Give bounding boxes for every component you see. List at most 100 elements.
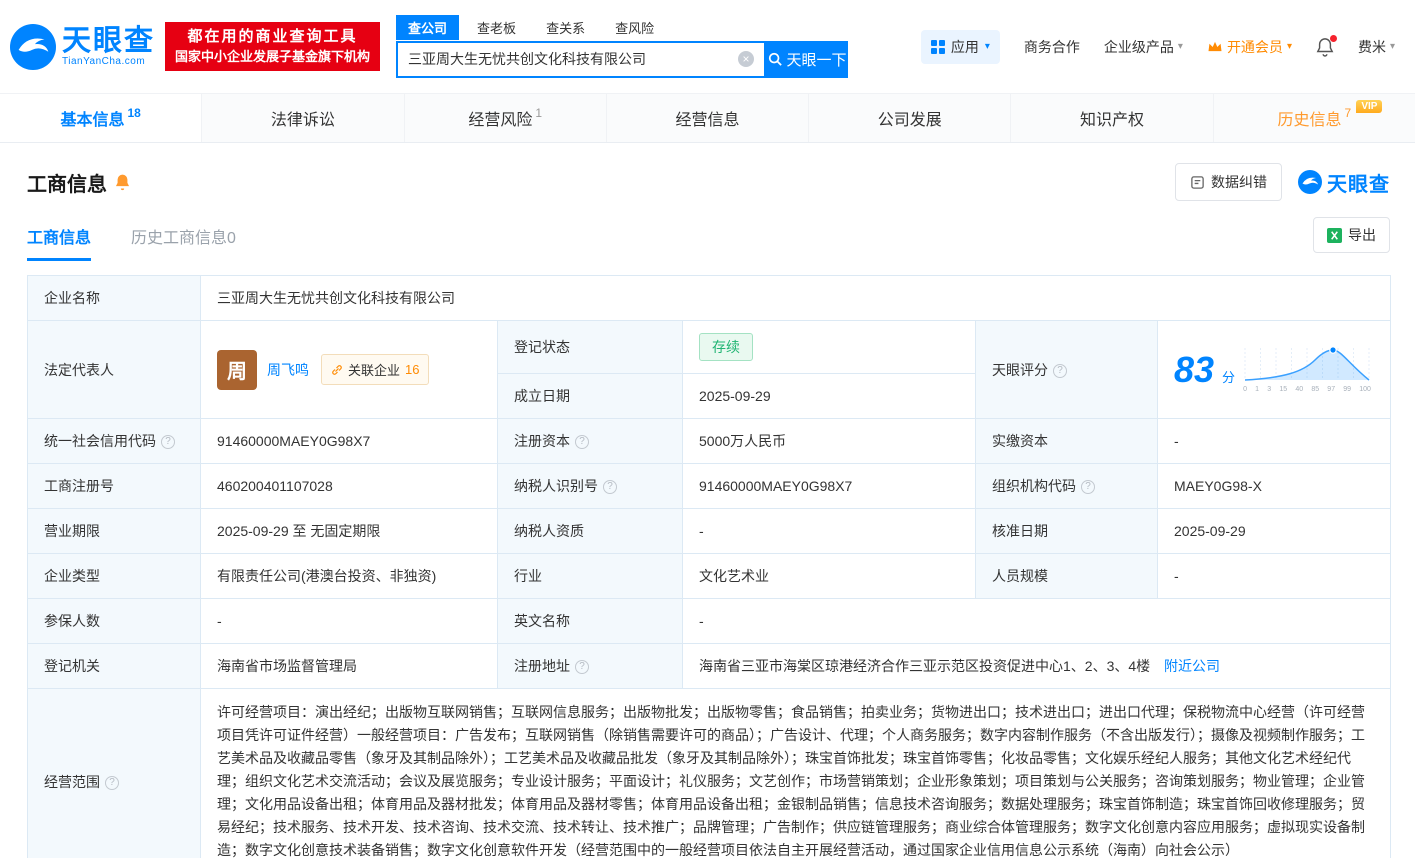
business-info-table: 企业名称 三亚周大生无忧共创文化科技有限公司 法定代表人 周 周飞鸣 关联企业 …	[27, 275, 1392, 858]
export-button[interactable]: 导出	[1313, 217, 1390, 253]
business-term-label: 营业期限	[27, 508, 201, 554]
company-name-value: 三亚周大生无忧共创文化科技有限公司	[199, 275, 1392, 321]
nearby-companies-link[interactable]: 附近公司	[1164, 658, 1220, 674]
help-icon[interactable]: ?	[1053, 363, 1067, 378]
subscribe-bell-icon[interactable]	[114, 173, 131, 191]
reg-capital-value: 5000万人民币	[682, 418, 976, 464]
enterprise-label: 企业级产品	[1103, 38, 1174, 55]
help-icon[interactable]: ?	[603, 480, 617, 495]
reg-number-label: 工商注册号	[27, 463, 201, 509]
link-chain-icon	[332, 364, 342, 375]
data-correction-button[interactable]: 数据纠错	[1175, 163, 1282, 201]
reg-capital-label: 注册资本?	[497, 418, 683, 464]
search-button-label: 天眼一下	[786, 51, 847, 69]
help-icon[interactable]: ?	[575, 660, 589, 675]
paid-capital-value: -	[1156, 418, 1392, 464]
legal-rep-avatar[interactable]: 周	[217, 349, 257, 390]
help-icon[interactable]: ?	[575, 435, 589, 450]
tianyancha-logo[interactable]: 天眼查 TianYanCha.com	[10, 23, 155, 70]
search-area: 查公司 查老板 查关系 查风险 × 天眼一下	[396, 15, 849, 78]
paid-capital-label: 实缴资本	[975, 418, 1158, 464]
tab-count: 7	[1344, 106, 1352, 120]
reg-address-label: 注册地址?	[497, 643, 683, 689]
help-icon[interactable]: ?	[161, 435, 175, 450]
table-row: 工商注册号 460200401107028 纳税人识别号? 91460000MA…	[27, 463, 1392, 509]
reg-address-value: 海南省三亚市海棠区琼港经济合作三亚示范区投资促进中心1、2、3、4楼	[699, 658, 1151, 674]
logo-domain: TianYanCha.com	[62, 56, 146, 67]
search-button[interactable]: 天眼一下	[766, 40, 849, 78]
tab-basic-info[interactable]: 基本信息 18	[0, 94, 203, 142]
document-edit-icon	[1191, 175, 1204, 189]
company-type-value: 有限责任公司(港澳台投资、非独资)	[200, 553, 498, 599]
company-name-label: 企业名称	[27, 275, 201, 321]
apps-menu[interactable]: 应用 ▾	[920, 29, 1000, 64]
insured-count-value: -	[200, 598, 498, 644]
user-menu[interactable]: 费米 ▾	[1358, 37, 1395, 57]
search-input[interactable]	[408, 51, 739, 67]
slogan-line1: 都在用的商业查询工具	[187, 28, 358, 45]
insured-count-label: 参保人数	[27, 598, 201, 644]
credit-code-value: 91460000MAEY0G98X7	[200, 418, 498, 464]
search-tab-company[interactable]: 查公司	[396, 15, 460, 40]
taxpayer-quality-value: -	[682, 508, 976, 554]
approval-date-label: 核准日期	[975, 508, 1158, 554]
establish-date-label: 成立日期	[497, 373, 683, 419]
search-tab-relation[interactable]: 查关系	[534, 15, 597, 40]
staff-size-value: -	[1156, 553, 1392, 599]
score-chart: 01 3 15 40 85 97 99 100	[1243, 346, 1371, 393]
notification-dot	[1329, 34, 1337, 42]
table-row: 法定代表人 周 周飞鸣 关联企业 16 登记状态 存续 天眼评分 ? 83 分 …	[27, 320, 1392, 419]
reg-status-cell: 存续	[682, 320, 976, 374]
clear-search-icon[interactable]: ×	[738, 51, 755, 67]
tab-legal-litigation[interactable]: 法律诉讼	[202, 94, 405, 142]
page-title: 工商信息	[27, 168, 131, 197]
slogan-line2: 国家中小企业发展子基金旗下机构	[175, 49, 371, 64]
score-value: 83	[1174, 348, 1215, 390]
tab-intellectual-property[interactable]: 知识产权	[1011, 94, 1214, 142]
credit-code-label: 统一社会信用代码?	[27, 418, 201, 464]
chevron-down-icon: ▾	[1177, 41, 1183, 52]
establish-date-value: 2025-09-29	[682, 373, 976, 419]
table-row: 企业类型 有限责任公司(港澳台投资、非独资) 行业 文化艺术业 人员规模 -	[27, 553, 1392, 599]
score-axis: 01 3 15 40 85 97 99 100	[1243, 386, 1371, 393]
taxpayer-id-value: 91460000MAEY0G98X7	[682, 463, 976, 509]
score-unit: 分	[1222, 370, 1236, 385]
search-tabs: 查公司 查老板 查关系 查风险	[396, 15, 848, 40]
business-scope-value: 许可经营项目：演出经纪；出版物互联网销售；互联网信息服务；出版物批发；出版物零售…	[199, 688, 1392, 858]
industry-value: 文化艺术业	[682, 553, 976, 599]
table-row: 登记机关 海南省市场监督管理局 注册地址? 海南省三亚市海棠区琼港经济合作三亚示…	[27, 643, 1392, 689]
tab-history-info[interactable]: 历史信息 7 VIP	[1214, 94, 1415, 142]
search-tab-boss[interactable]: 查老板	[465, 15, 528, 40]
vip-badge: VIP	[1356, 100, 1383, 113]
status-badge: 存续	[699, 333, 753, 361]
tab-company-development[interactable]: 公司发展	[809, 94, 1012, 142]
legal-rep-name-link[interactable]: 周飞鸣	[267, 360, 309, 380]
help-icon[interactable]: ?	[1081, 480, 1095, 495]
help-icon[interactable]: ?	[105, 775, 119, 790]
slogan-banner: 都在用的商业查询工具 国家中小企业发展子基金旗下机构	[165, 22, 381, 71]
org-code-value: MAEY0G98-X	[1156, 463, 1392, 509]
taxpayer-id-label: 纳税人识别号?	[497, 463, 683, 509]
approval-date-value: 2025-09-29	[1156, 508, 1392, 554]
search-tab-risk[interactable]: 查风险	[603, 15, 666, 40]
nav-cooperation[interactable]: 商务合作	[1024, 37, 1080, 57]
apps-label: 应用	[950, 38, 979, 55]
legal-rep-cell: 周 周飞鸣 关联企业 16	[200, 320, 498, 419]
subtab-history-business-info[interactable]: 历史工商信息0	[131, 224, 236, 261]
english-name-value: -	[681, 598, 1392, 644]
business-term-value: 2025-09-29 至 无固定期限	[200, 508, 498, 554]
tab-business-risk[interactable]: 经营风险 1	[405, 94, 607, 142]
tab-business-info[interactable]: 经营信息	[607, 94, 810, 142]
excel-icon	[1327, 227, 1342, 243]
business-scope-label: 经营范围?	[27, 688, 201, 858]
nav-enterprise-products[interactable]: 企业级产品 ▾	[1104, 37, 1183, 57]
sub-tabs: 工商信息 历史工商信息0 导出	[0, 201, 1415, 261]
open-vip-link[interactable]: 开通会员 ▾	[1207, 37, 1292, 57]
subtab-business-info[interactable]: 工商信息	[27, 224, 92, 261]
related-companies-tag[interactable]: 关联企业 16	[321, 354, 430, 385]
header-nav: 应用 ▾ 商务合作 企业级产品 ▾ 开通会员 ▾ 费米 ▾	[920, 29, 1395, 64]
chevron-down-icon: ▾	[984, 41, 990, 52]
notifications-bell[interactable]	[1316, 34, 1337, 57]
table-row: 经营范围? 许可经营项目：演出经纪；出版物互联网销售；互联网信息服务；出版物批发…	[27, 688, 1392, 858]
score-label: 天眼评分?	[975, 320, 1158, 419]
